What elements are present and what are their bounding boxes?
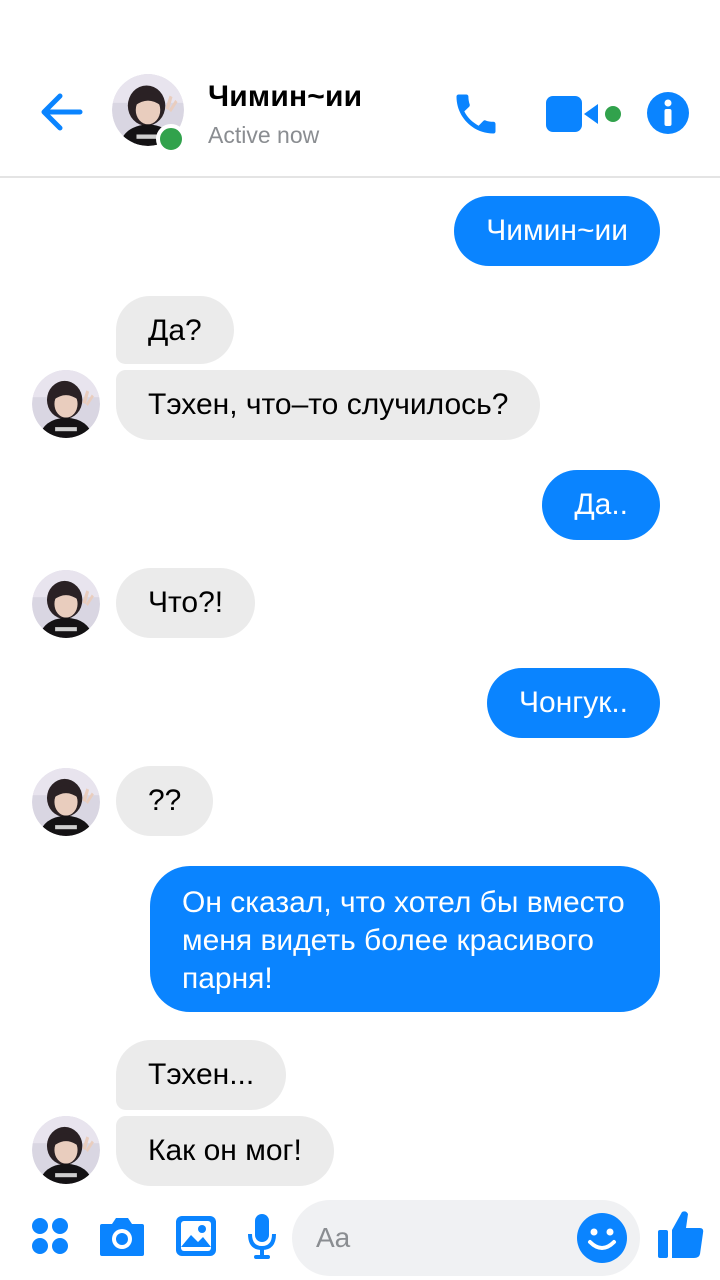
sender-avatar[interactable]	[32, 768, 100, 836]
phone-icon[interactable]	[450, 88, 502, 140]
message-sent[interactable]: Он сказал, что хотел бы вместо меня виде…	[150, 866, 660, 1012]
message-received[interactable]: Как он мог!	[116, 1116, 334, 1186]
message-received[interactable]: Тэхен...	[116, 1040, 287, 1110]
active-status: Active now	[208, 122, 320, 148]
microphone-icon[interactable]	[246, 1212, 278, 1260]
emoji-icon[interactable]	[574, 1210, 630, 1266]
video-camera-icon[interactable]	[544, 94, 628, 134]
message-sent[interactable]: Чимин~ии	[454, 196, 660, 266]
chat-header: Чимин~ии Active now	[0, 0, 720, 178]
message-sent[interactable]: Да..	[542, 470, 660, 540]
thumbs-up-icon[interactable]	[656, 1208, 706, 1260]
message-input[interactable]	[316, 1218, 566, 1258]
sender-avatar[interactable]	[32, 370, 100, 438]
online-status-dot	[156, 124, 186, 154]
message-received[interactable]: ??	[116, 766, 214, 836]
message-sent[interactable]: Чонгук..	[487, 668, 660, 738]
camera-icon[interactable]	[98, 1214, 146, 1258]
gallery-icon[interactable]	[174, 1214, 218, 1258]
message-received[interactable]: Да?	[116, 296, 234, 364]
info-icon[interactable]	[646, 91, 690, 135]
sender-avatar[interactable]	[32, 570, 100, 638]
message-composer[interactable]	[292, 1200, 640, 1276]
sender-avatar[interactable]	[32, 1116, 100, 1184]
message-received[interactable]: Тэхен, что–то случилось?	[116, 370, 541, 440]
back-arrow-icon[interactable]	[36, 86, 88, 138]
contact-name[interactable]: Чимин~ии	[208, 80, 362, 114]
message-received[interactable]: Что?!	[116, 568, 256, 638]
menu-dots-icon[interactable]	[30, 1216, 70, 1256]
